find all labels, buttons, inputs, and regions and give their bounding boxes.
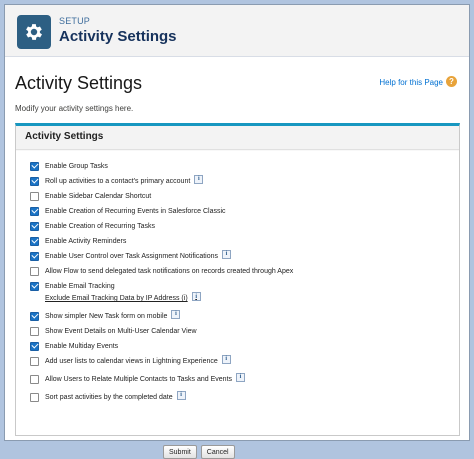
setting-checkbox[interactable] bbox=[30, 311, 39, 321]
setting-row[interactable]: Enable Creation of Recurring Events in S… bbox=[30, 205, 226, 217]
setting-row[interactable]: Roll up activities to a contact's primar… bbox=[30, 174, 204, 187]
setting-label: Enable Creation of Recurring Tasks bbox=[45, 222, 155, 230]
info-icon[interactable]: i bbox=[236, 372, 246, 382]
email-tracking-link-label[interactable]: Exclude Email Tracking Data by IP Addres… bbox=[45, 295, 188, 302]
setting-row[interactable]: Enable Activity Reminders bbox=[30, 235, 126, 247]
setting-checkbox[interactable] bbox=[30, 356, 39, 366]
setting-label: Allow Users to Relate Multiple Contacts … bbox=[45, 375, 233, 383]
setting-row[interactable]: Allow Flow to send delegated task notifi… bbox=[30, 265, 293, 277]
setting-row[interactable]: Enable Email Tracking bbox=[30, 280, 115, 292]
setting-checkbox[interactable] bbox=[30, 266, 39, 276]
panel-title: Activity Settings bbox=[16, 126, 459, 150]
email-tracking-exclusion-link[interactable]: Exclude Email Tracking Data by IP Addres… bbox=[45, 292, 201, 302]
header-title: Activity Settings bbox=[59, 28, 177, 45]
info-icon[interactable]: i bbox=[194, 174, 204, 184]
gear-icon bbox=[17, 15, 51, 49]
setup-label: SETUP bbox=[59, 16, 91, 26]
setting-checkbox[interactable] bbox=[30, 374, 39, 384]
setting-label: Enable Activity Reminders bbox=[45, 237, 127, 245]
setting-checkbox[interactable] bbox=[30, 161, 39, 171]
help-icon[interactable]: ? bbox=[446, 76, 457, 87]
form-buttons: Submit Cancel bbox=[163, 445, 235, 459]
setting-checkbox[interactable] bbox=[30, 191, 39, 201]
setting-label: Add user lists to calendar views in Ligh… bbox=[45, 357, 218, 365]
setting-label: Roll up activities to a contact's primar… bbox=[45, 177, 191, 185]
setting-row[interactable]: Enable Creation of Recurring Tasks bbox=[30, 220, 155, 232]
setting-label: Enable Group Tasks bbox=[45, 162, 108, 170]
setting-row[interactable]: Show simpler New Task form on mobile i bbox=[30, 309, 181, 322]
setting-label: Enable Creation of Recurring Events in S… bbox=[45, 207, 226, 215]
help-link[interactable]: Help for this Page bbox=[379, 78, 443, 87]
info-icon[interactable]: i bbox=[171, 309, 181, 319]
setting-row[interactable]: Show Event Details on Multi-User Calenda… bbox=[30, 325, 197, 337]
setting-checkbox[interactable] bbox=[30, 206, 39, 216]
setting-checkbox[interactable] bbox=[30, 236, 39, 246]
setting-checkbox[interactable] bbox=[30, 251, 39, 261]
page-description: Modify your activity settings here. bbox=[15, 104, 134, 113]
info-icon[interactable]: i bbox=[176, 390, 186, 400]
cancel-button[interactable]: Cancel bbox=[200, 445, 235, 459]
setting-row[interactable]: Enable Multiday Events bbox=[30, 340, 118, 352]
setting-checkbox[interactable] bbox=[30, 326, 39, 336]
setting-label: Sort past activities by the completed da… bbox=[45, 393, 173, 401]
settings-list: Exclude Email Tracking Data by IP Addres… bbox=[16, 151, 459, 459]
setting-label: Enable Multiday Events bbox=[45, 342, 119, 350]
setting-row[interactable]: Enable Sidebar Calendar Shortcut bbox=[30, 190, 151, 202]
setting-row[interactable]: Add user lists to calendar views in Ligh… bbox=[30, 354, 231, 367]
settings-panel: Activity Settings Exclude Email Tracking… bbox=[15, 123, 460, 459]
setup-page: SETUP Activity Settings Activity Setting… bbox=[4, 4, 470, 459]
info-icon[interactable]: i bbox=[222, 249, 232, 259]
setting-label: Allow Flow to send delegated task notifi… bbox=[45, 267, 294, 275]
info-icon[interactable]: i bbox=[221, 354, 231, 364]
setting-row[interactable]: Enable Group Tasks bbox=[30, 160, 108, 172]
page-title: Activity Settings bbox=[15, 73, 143, 93]
setting-row[interactable]: Allow Users to Relate Multiple Contacts … bbox=[30, 372, 246, 385]
setting-checkbox[interactable] bbox=[30, 176, 39, 186]
setting-label: Enable Email Tracking bbox=[45, 282, 115, 290]
setting-row[interactable]: Sort past activities by the completed da… bbox=[30, 390, 186, 403]
setting-checkbox[interactable] bbox=[30, 341, 39, 351]
info-icon[interactable]: i bbox=[191, 292, 201, 301]
setting-checkbox[interactable] bbox=[30, 221, 39, 231]
page-header: SETUP Activity Settings bbox=[5, 5, 469, 57]
setting-checkbox[interactable] bbox=[30, 392, 39, 402]
submit-button[interactable]: Submit bbox=[163, 445, 197, 459]
setting-row[interactable]: Enable User Control over Task Assignment… bbox=[30, 249, 232, 262]
setting-checkbox[interactable] bbox=[30, 281, 39, 291]
setting-label: Enable Sidebar Calendar Shortcut bbox=[45, 192, 152, 200]
setting-label: Enable User Control over Task Assignment… bbox=[45, 252, 219, 260]
setting-label: Show simpler New Task form on mobile bbox=[45, 312, 168, 320]
setting-label: Show Event Details on Multi-User Calenda… bbox=[45, 327, 197, 335]
